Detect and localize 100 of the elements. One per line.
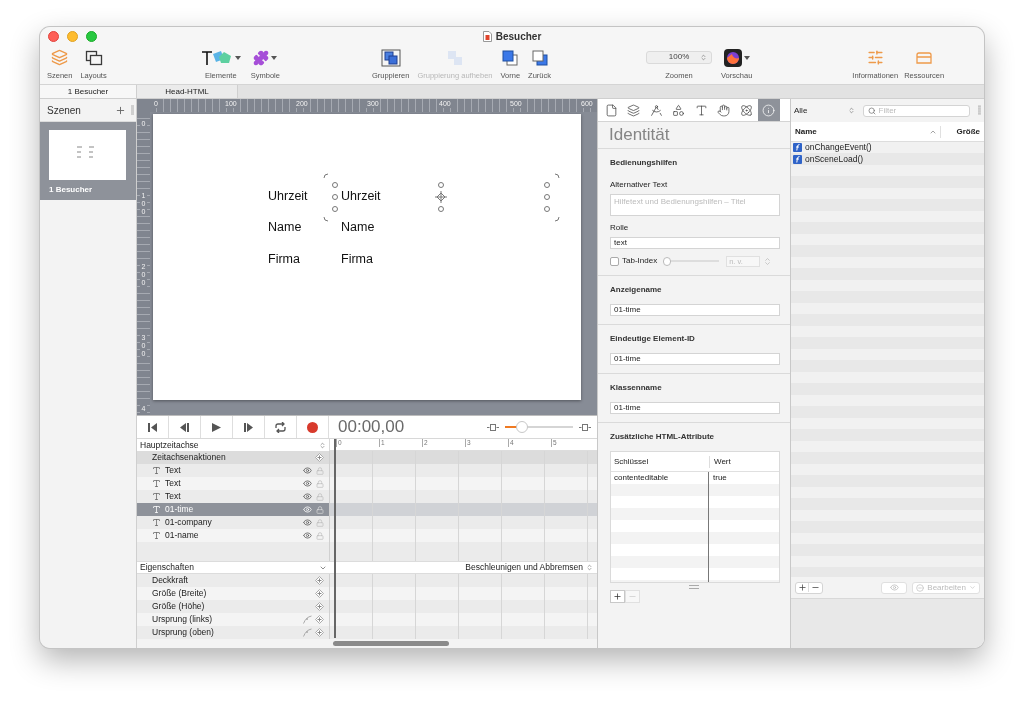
layer-name: Text: [165, 477, 182, 490]
record-icon: [307, 421, 318, 433]
add-icon[interactable]: [115, 104, 126, 116]
layer-row[interactable]: Text: [137, 490, 597, 503]
column-header[interactable]: Wert: [709, 455, 779, 468]
tab-index-checkbox[interactable]: [610, 256, 619, 266]
minimize-button[interactable]: [67, 31, 78, 43]
time-display: 00:00,00: [338, 416, 405, 439]
stage-text[interactable]: Firma: [268, 252, 300, 267]
add-button[interactable]: [610, 590, 625, 603]
ungroup-icon: [445, 48, 464, 67]
stage-text[interactable]: Uhrzeit: [323, 173, 560, 222]
eye-icon: [889, 583, 899, 592]
property-name: Ursprung (links): [152, 613, 213, 626]
timeline-select[interactable]: Hauptzeitachse: [137, 439, 330, 451]
slider-thumb[interactable]: [663, 256, 672, 266]
table-cell-text: contenteditable: [613, 472, 670, 484]
section-heading: Anzeigename: [610, 284, 663, 296]
column-header[interactable]: Name: [791, 125, 940, 138]
puzzle-icon: [253, 49, 270, 66]
actions-label: Zeitachsenaktionen: [152, 451, 227, 464]
layer-name: 01-name: [165, 529, 200, 542]
add-keyframe-icon[interactable]: [315, 589, 324, 598]
easing-select[interactable]: Beschleunigen und Abbremsen: [330, 562, 597, 573]
stage-text[interactable]: Firma: [341, 252, 373, 267]
visibility-icon[interactable]: [303, 518, 312, 527]
resource-item[interactable]: onChangeEvent(): [791, 142, 984, 154]
slider-thumb[interactable]: [515, 421, 528, 433]
property-name: Größe (Höhe): [152, 600, 206, 613]
document-tab[interactable]: Head-HTML: [137, 85, 238, 98]
document-icon: [482, 31, 492, 43]
grip-icon[interactable]: [978, 105, 981, 116]
resource-item[interactable]: onSceneLoad(): [791, 153, 984, 165]
caret-icon: [234, 55, 241, 60]
layer-row[interactable]: Text: [137, 464, 597, 477]
search-icon: [867, 106, 876, 115]
zoom-slider[interactable]: [502, 421, 576, 433]
section-heading: Zusätzliche HTML-Attribute: [610, 431, 715, 443]
plus-icon: [797, 583, 807, 592]
grip-icon[interactable]: [131, 104, 134, 116]
step-back-icon: [179, 421, 190, 433]
atom-icon: [739, 103, 753, 117]
text-icon: [694, 103, 708, 117]
send-back-icon: [530, 48, 549, 67]
lock-icon[interactable]: [316, 505, 324, 514]
filter-select[interactable]: Alle: [794, 104, 855, 117]
column-header[interactable]: Größe: [940, 125, 984, 138]
layer-name: Text: [165, 464, 182, 477]
scrollbar-thumb[interactable]: [333, 641, 449, 646]
section-heading: Klassenname: [610, 382, 663, 394]
layer-name: 01-company: [165, 516, 213, 529]
close-button[interactable]: [48, 31, 59, 43]
zoom-in-icon: [579, 423, 591, 431]
motion-path-icon[interactable]: [303, 628, 312, 637]
add-keyframe-icon[interactable]: [315, 615, 324, 624]
group-icon: [380, 48, 401, 67]
property-name: Größe (Breite): [152, 587, 208, 600]
visibility-icon[interactable]: [303, 531, 312, 540]
layer-name: 01-time: [165, 503, 195, 516]
maximize-button[interactable]: [86, 31, 97, 43]
chevron-icon: [969, 584, 976, 591]
class-name-field[interactable]: 01-time: [610, 402, 780, 414]
skip-start-icon: [147, 421, 158, 433]
compass-icon: [649, 103, 663, 117]
shapes-icon: [672, 103, 686, 117]
layers-icon: [627, 103, 641, 117]
bring-front-icon: [501, 48, 520, 67]
properties-toggle[interactable]: Eigenschaften: [137, 562, 330, 573]
document-tab[interactable]: 1 Besucher: [40, 85, 137, 98]
section-heading: Eindeutige Element-ID: [610, 333, 696, 345]
inspector-tab[interactable]: [757, 99, 780, 121]
visibility-icon[interactable]: [303, 492, 312, 501]
element-id-field[interactable]: 01-time: [610, 353, 780, 365]
tab-index-slider[interactable]: [663, 256, 720, 266]
property-name: Ursprung (oben): [152, 626, 215, 639]
resize-grip-icon[interactable]: [689, 585, 699, 589]
stage-text[interactable]: Name: [341, 220, 375, 235]
display-name-field[interactable]: 01-time: [610, 304, 780, 316]
role-field[interactable]: text: [610, 237, 780, 249]
stage-text[interactable]: Name: [268, 220, 302, 235]
stage-text[interactable]: Uhrzeit: [268, 189, 308, 204]
add-button[interactable]: [796, 583, 809, 592]
inspector-title: Identität: [609, 124, 670, 147]
info-icon: [762, 103, 776, 117]
browser-icon: [723, 48, 742, 67]
zoom-out-icon: [487, 423, 499, 431]
motion-path-icon[interactable]: [303, 615, 312, 624]
layer-row[interactable]: 01-company: [137, 516, 597, 529]
column-header[interactable]: Schlüssel: [611, 455, 709, 468]
play-icon: [211, 421, 222, 433]
add-keyframe-icon[interactable]: [315, 602, 324, 611]
add-keyframe-icon[interactable]: [315, 576, 324, 585]
caret-icon: [743, 55, 750, 60]
add-keyframe-icon[interactable]: [315, 628, 324, 637]
add-keyframe-icon[interactable]: [315, 453, 324, 462]
zoom-field[interactable]: 100%: [646, 50, 713, 64]
window-title: Besucher: [495, 30, 542, 45]
visibility-icon[interactable]: [303, 479, 312, 488]
updown-icon: [319, 441, 326, 449]
visibility-icon[interactable]: [303, 466, 312, 475]
